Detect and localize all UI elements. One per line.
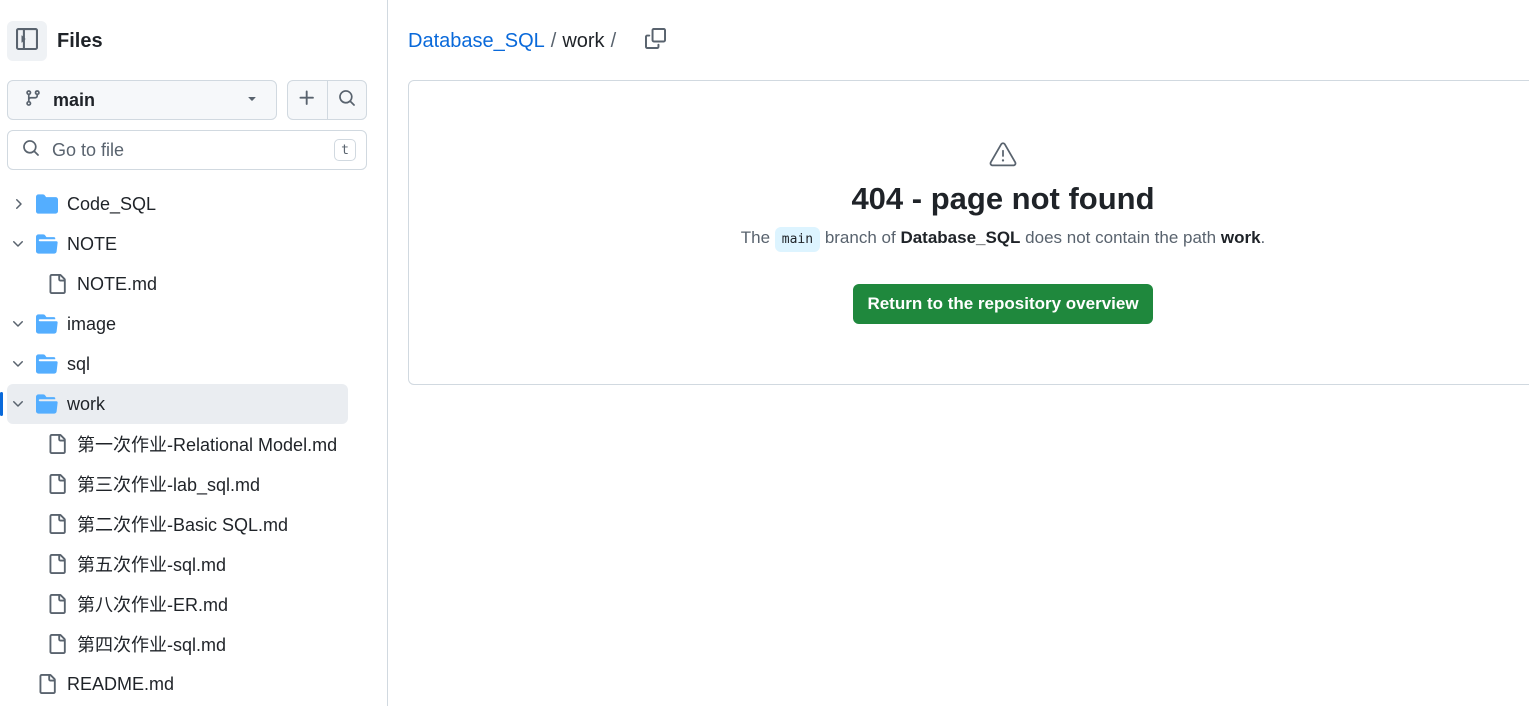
file-icon [46,473,68,495]
tree-folder-work[interactable]: work [0,384,388,424]
selected-row-highlight [7,384,348,424]
breadcrumb-separator: / [610,29,617,52]
tree-item-label: work [67,393,106,414]
add-file-button[interactable] [288,81,327,119]
file-icon [46,633,68,655]
alert-icon [989,140,1017,168]
folder-open-icon [36,313,58,335]
breadcrumb-current: work [562,29,605,52]
chevron-down-icon[interactable] [10,236,26,252]
error-message: The main branch of Database_SQL does not… [409,227,1529,252]
tree-file-basic-sql-md[interactable]: 第二次作业-Basic SQL.md [0,504,388,544]
collapse-sidebar-button[interactable] [7,21,47,61]
git-branch-icon [24,89,42,112]
chevron-down-icon[interactable] [10,396,26,412]
branch-code: main [774,227,821,252]
tree-item-label: 第八次作业-ER.md [77,595,229,615]
breadcrumb: Database_SQL / work / [408,26,666,56]
branch-name: main [53,89,96,110]
tree-item-label: 第二次作业-Basic SQL.md [77,515,289,535]
sidebar-header: Files [7,21,103,61]
folder-open-icon [36,393,58,415]
breadcrumb-repo-link[interactable]: Database_SQL [408,30,545,53]
file-icon [46,433,68,455]
chevron-down-icon[interactable] [10,356,26,372]
chevron-down-icon[interactable] [10,316,26,332]
tree-item-label: 第五次作业-sql.md [77,555,227,575]
tree-item-label: Code_SQL [67,193,157,214]
tree-item-label: NOTE.md [77,273,158,294]
plus-icon [297,88,317,113]
file-icon [46,553,68,575]
copy-icon [644,27,666,55]
tree-item-label: sql [67,353,91,374]
tree-item-label: 第三次作业-lab_sql.md [77,475,261,495]
tree-item-label: NOTE [67,233,118,254]
search-code-button[interactable] [326,81,366,119]
tree-folder-image[interactable]: image [0,304,388,344]
tree-item-label: image [67,313,117,334]
error-text-the: The [740,228,771,247]
file-icon [46,513,68,535]
sidebar-title: Files [57,29,103,52]
tree-file-er-md[interactable]: 第八次作业-ER.md [0,584,388,624]
tree-file-note-md[interactable]: NOTE.md [0,264,388,304]
chevron-right-icon[interactable] [10,196,26,212]
main-content: Database_SQL / work / 404 - page not fou… [388,0,1529,706]
breadcrumb-separator: / [550,29,557,52]
error-text-not-contain: does not contain the path [1025,228,1217,247]
file-actions-group [287,80,367,120]
file-icon [36,673,58,695]
error-period: . [1260,228,1266,247]
return-to-repo-button[interactable]: Return to the repository overview [853,284,1153,324]
branch-selector[interactable]: main [7,80,277,120]
sidebar-collapse-icon [16,27,38,55]
file-tree: Code_SQL NOTE NOTE.md image sql work 第一次作业-Rel… [0,184,388,704]
tree-file-sql-md[interactable]: 第五次作业-sql.md [0,544,388,584]
tree-folder-sql[interactable]: sql [0,344,388,384]
file-icon [46,593,68,615]
selected-row-indicator [0,392,3,416]
error-text-branch-of: branch of [824,228,896,247]
go-to-file-placeholder: Go to file [52,139,125,160]
search-icon [338,89,356,112]
error-card: 404 - page not found The main branch of … [408,80,1529,385]
tree-folder-code-sql[interactable]: Code_SQL [0,184,388,224]
tree-file-relational-model-md[interactable]: 第一次作业-Relational Model.md [0,424,388,464]
error-title: 404 - page not found [851,181,1155,216]
copy-path-button[interactable] [644,27,666,55]
tree-folder-note[interactable]: NOTE [0,224,388,264]
folder-icon [36,193,58,215]
triangle-down-icon [244,90,260,111]
tree-item-label: 第一次作业-Relational Model.md [77,435,338,455]
tree-file-lab-sql-md[interactable]: 第三次作业-lab_sql.md [0,464,388,504]
go-to-file-input[interactable]: Go to file t [7,130,367,170]
file-tree-sidebar: Files main Go to file t Code_SQL NOTE NOTE… [0,0,388,706]
error-path: work [1220,228,1261,247]
keyboard-shortcut-hint: t [334,139,356,161]
search-icon [22,139,40,162]
tree-file-readme-md[interactable]: README.md [0,664,388,704]
folder-open-icon [36,353,58,375]
tree-item-label: 第四次作业-sql.md [77,635,227,655]
folder-open-icon [36,233,58,255]
tree-item-label: README.md [67,673,175,694]
error-repo-name: Database_SQL [900,228,1021,247]
tree-file-sql-md[interactable]: 第四次作业-sql.md [0,624,388,664]
file-icon [46,273,68,295]
